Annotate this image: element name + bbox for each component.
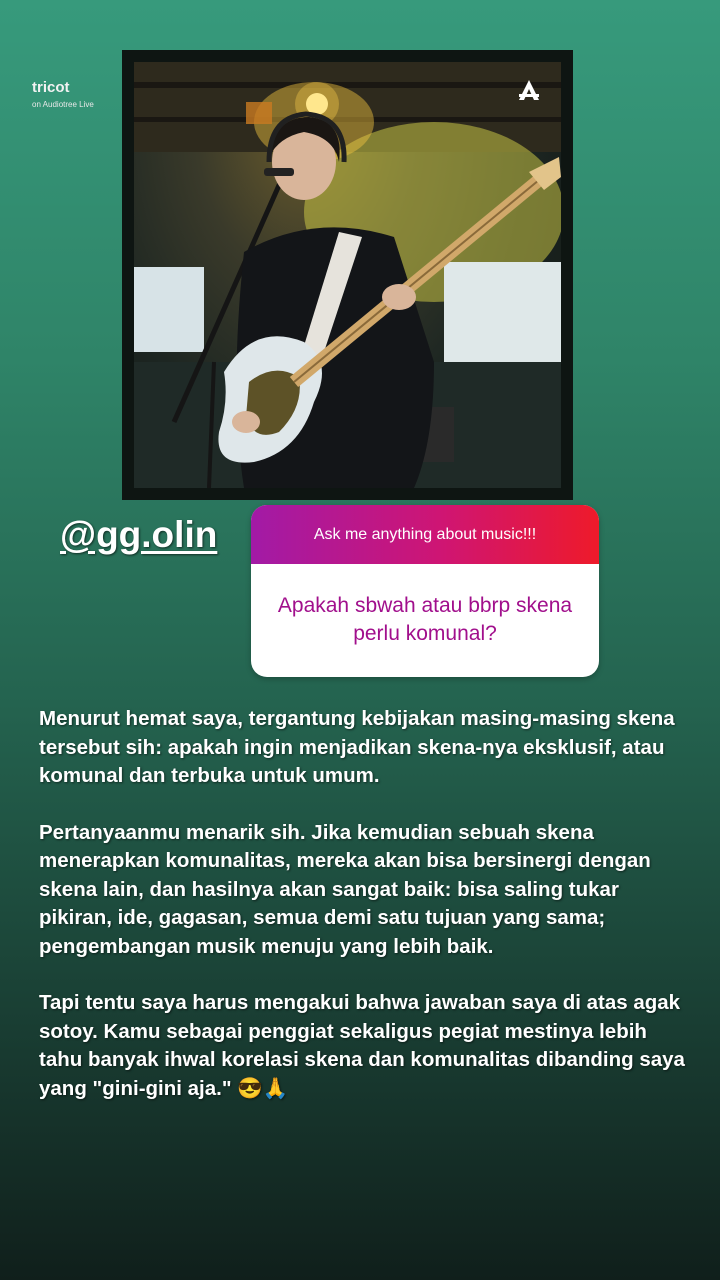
post-subtitle: on Audiotree Live (32, 100, 94, 109)
question-sticker-question: Apakah sbwah atau bbrp skena perlu komun… (277, 594, 573, 645)
answer-paragraph-1: Menurut hemat saya, tergantung kebijakan… (39, 707, 675, 787)
concert-photo (134, 62, 561, 488)
answer-paragraph-3: Tapi tentu saya harus mengakui bahwa jaw… (39, 991, 685, 1100)
post-title: tricot (32, 79, 70, 96)
answer-text: Menurut hemat saya, tergantung kebijakan… (39, 705, 689, 1131)
shared-post-frame[interactable] (122, 50, 573, 500)
mention-username[interactable]: @gg.olin (60, 514, 217, 556)
audiotree-logo-icon (519, 80, 539, 100)
answer-paragraph-2: Pertanyaanmu menarik sih. Jika kemudian … (39, 820, 651, 958)
question-sticker-prompt: Ask me anything about music!!! (251, 505, 599, 564)
question-sticker[interactable]: Ask me anything about music!!! Apakah sb… (251, 505, 599, 677)
